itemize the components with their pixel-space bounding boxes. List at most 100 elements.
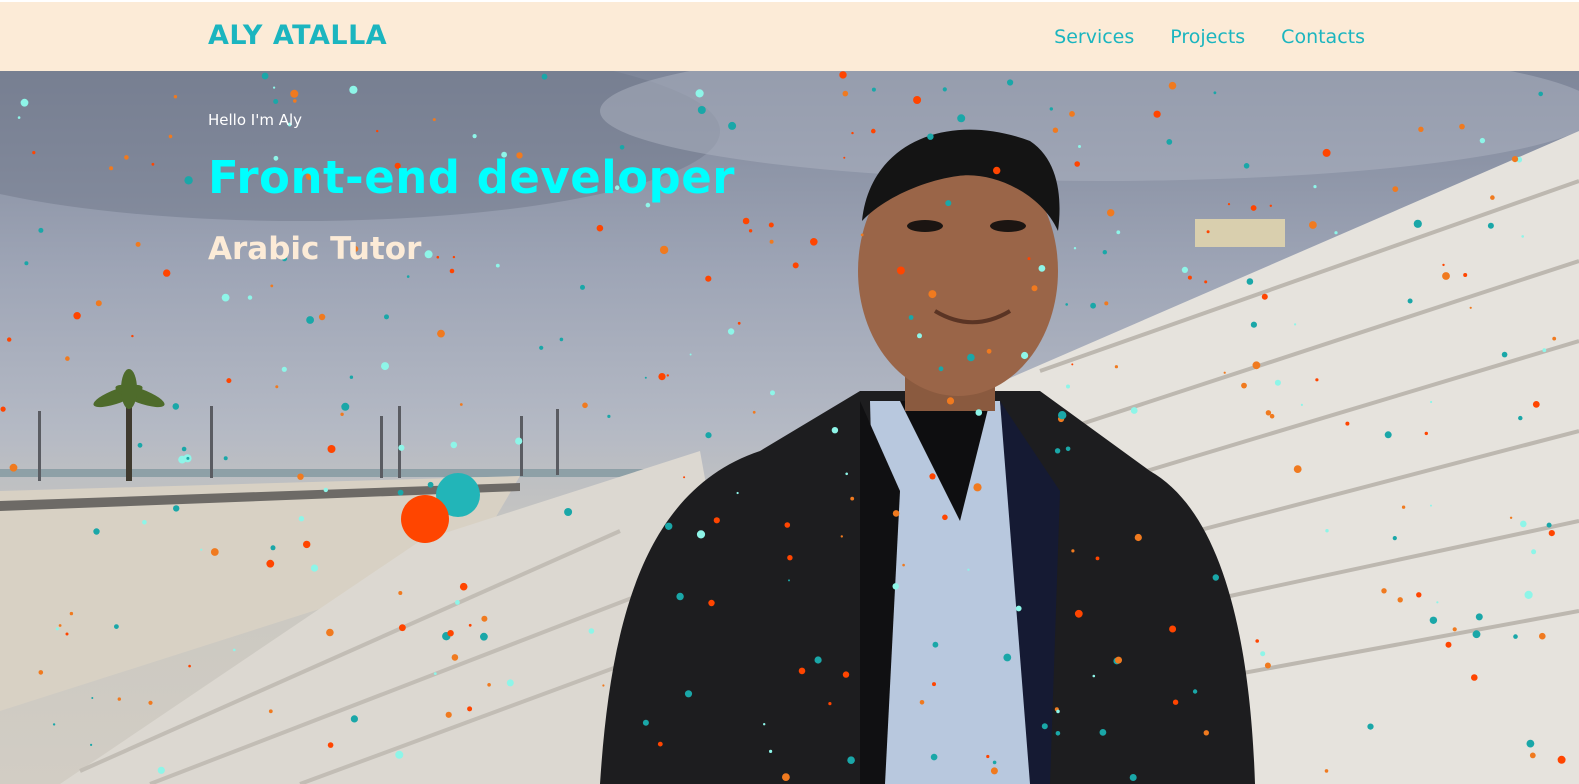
particle-dot: [173, 95, 178, 99]
particle-dot: [467, 706, 473, 712]
particle-dot: [184, 176, 193, 185]
particle-dot: [770, 390, 775, 396]
particle-dot: [1102, 250, 1108, 255]
particle-dot: [1265, 410, 1272, 416]
particle-dot: [684, 690, 693, 698]
particle-dot: [1007, 79, 1014, 86]
particle-dot: [843, 156, 846, 159]
particle-dot: [173, 505, 180, 512]
particle-dot: [1294, 323, 1297, 326]
particle-dot: [1031, 285, 1038, 292]
particle-dot: [1056, 709, 1060, 714]
particle-dot: [917, 333, 922, 339]
particle-dot: [1509, 516, 1513, 519]
particle-dot: [1487, 222, 1494, 229]
particle-dot: [1430, 504, 1432, 507]
particle-dot: [1463, 273, 1468, 277]
particle-dot: [1172, 699, 1179, 705]
nav-link-projects[interactable]: Projects: [1170, 26, 1245, 48]
particle-dot: [468, 623, 472, 627]
particle-dot: [1027, 257, 1031, 261]
particle-dot: [221, 293, 230, 302]
particle-dot: [602, 684, 605, 687]
particle-dot: [930, 753, 938, 761]
particle-dot: [323, 487, 328, 493]
particle-dot: [481, 615, 488, 622]
particle-dot: [114, 624, 119, 629]
large-orange-particle: [401, 495, 449, 543]
particle-dot: [487, 683, 491, 687]
particle-dot: [1367, 723, 1374, 730]
particle-dot: [1513, 634, 1518, 639]
particle-dot: [708, 599, 715, 607]
particle-dot: [293, 99, 297, 103]
particle-dot: [1552, 336, 1557, 341]
nav-link-contacts[interactable]: Contacts: [1281, 26, 1365, 48]
particle-dot: [1501, 351, 1508, 358]
particle-dot: [1169, 625, 1177, 633]
particle-dot: [945, 200, 952, 207]
particle-dot: [539, 345, 544, 350]
particle-dot: [223, 456, 228, 461]
particle-dot: [1442, 272, 1450, 280]
particle-dot: [1021, 351, 1029, 360]
particle-dot: [427, 481, 434, 488]
nav-link-services[interactable]: Services: [1054, 26, 1134, 48]
particle-dot: [472, 134, 477, 139]
particle-dot: [310, 564, 319, 572]
particle-dot: [1309, 221, 1317, 229]
particle-dot: [902, 563, 905, 567]
particle-dot: [658, 373, 666, 381]
particle-dot: [1392, 536, 1397, 541]
particle-dot: [131, 334, 134, 338]
particle-dot: [450, 441, 458, 449]
hero-title: Front-end developer: [208, 151, 735, 204]
particle-dot: [705, 275, 712, 282]
particle-dot: [929, 473, 936, 480]
particle-dot: [290, 89, 299, 98]
particle-dot: [927, 133, 934, 140]
particle-dot: [1529, 752, 1536, 759]
particle-dot: [769, 749, 773, 754]
particle-dot: [619, 145, 625, 150]
particle-dot: [1313, 185, 1317, 189]
particle-dot: [1104, 301, 1109, 306]
particle-dot: [117, 697, 122, 701]
brand-logo-link[interactable]: ALY ATALLA: [208, 20, 387, 51]
particle-dot: [1092, 674, 1096, 678]
particle-dot: [1041, 723, 1048, 730]
particle-dot: [1114, 365, 1118, 369]
particle-dot: [993, 166, 1001, 175]
particle-dot: [406, 275, 410, 278]
particle-dot: [1015, 605, 1022, 612]
particle-dot: [932, 682, 936, 687]
particle-dot: [788, 579, 790, 582]
particle-dot: [642, 719, 649, 726]
particle-dot: [341, 402, 350, 411]
particle-dot: [447, 630, 454, 637]
particle-dot: [437, 329, 445, 338]
particle-dot: [1511, 156, 1519, 163]
particle-dot: [1074, 161, 1080, 167]
particle-dot: [65, 356, 70, 361]
particle-dot: [596, 224, 604, 232]
particle-dot: [1090, 302, 1096, 309]
particle-dot: [1479, 137, 1486, 144]
particle-dot: [1345, 421, 1350, 426]
particle-dot: [932, 641, 939, 648]
particle-dot: [1071, 549, 1075, 553]
particle-dot: [727, 328, 735, 335]
particle-dot: [1049, 107, 1054, 111]
particle-dot: [327, 742, 334, 748]
particle-dot: [151, 162, 155, 166]
particle-dot: [1546, 522, 1552, 528]
particle-dot: [541, 73, 548, 80]
particle-dot: [1069, 111, 1075, 117]
particle-dot: [1095, 556, 1100, 561]
particle-dot: [992, 760, 997, 765]
particle-dot: [1524, 590, 1533, 600]
particle-dot: [696, 530, 706, 539]
particle-dot: [705, 432, 712, 439]
particle-dot: [1531, 549, 1537, 555]
particle-dot: [1250, 321, 1257, 328]
